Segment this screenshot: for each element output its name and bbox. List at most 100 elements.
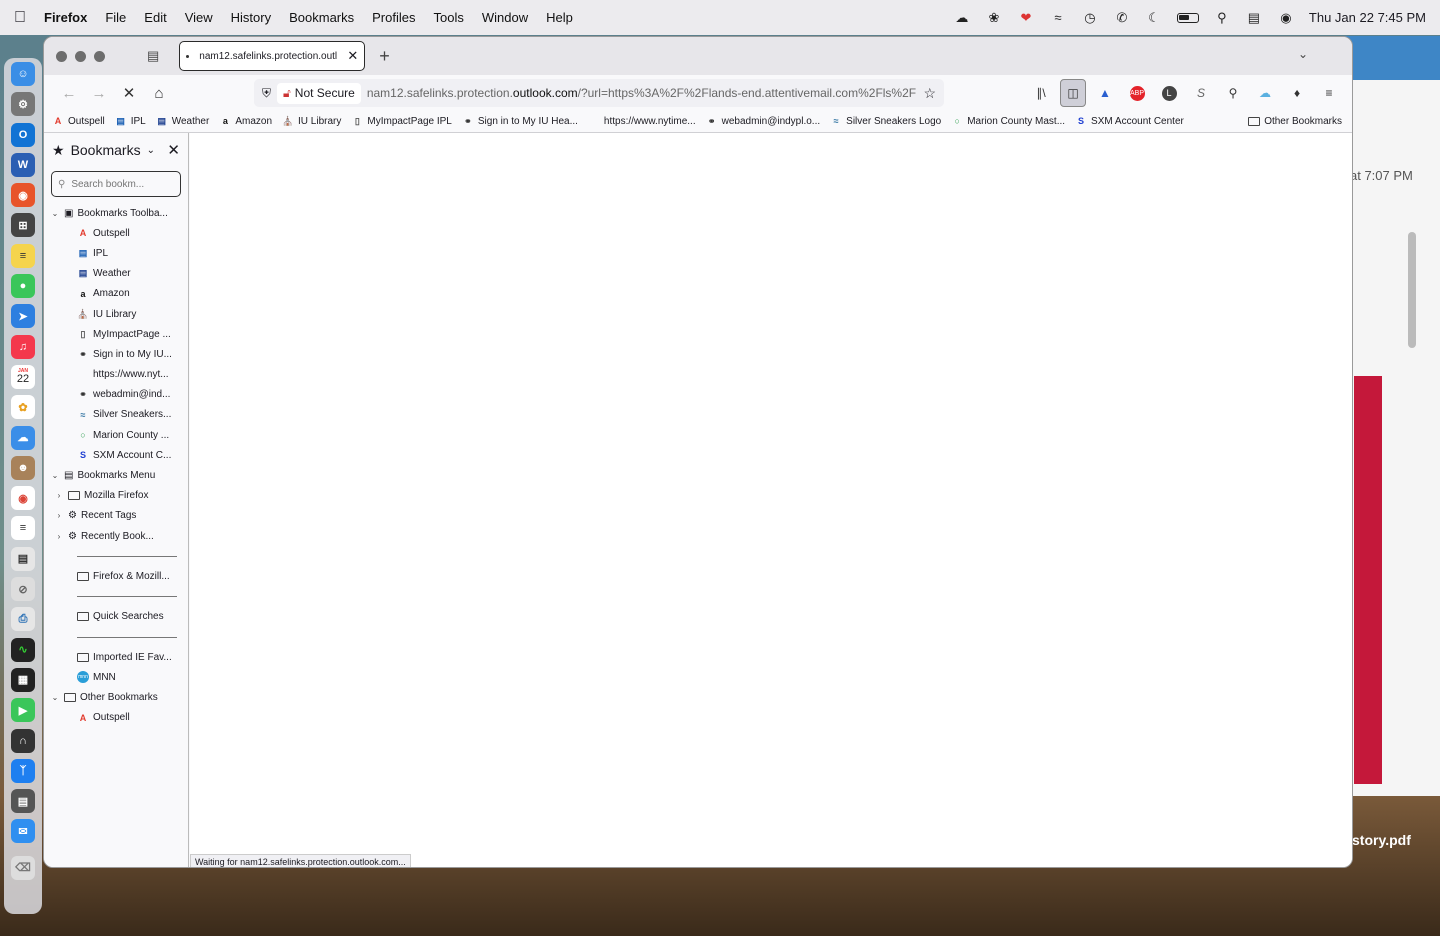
close-tab-icon[interactable]: ✕ [347,48,358,64]
collapsed-chevron-icon[interactable]: › [54,532,64,541]
contacts-icon[interactable]: ☻ [11,456,35,480]
wifi-icon[interactable]: ≈ [1049,11,1067,25]
url-text[interactable]: nam12.safelinks.protection.outlook.com/?… [367,86,918,100]
activity-monitor-icon[interactable]: ∿ [11,638,35,662]
toolbar-bookmark[interactable]: ⚭ Sign in to My IU Hea... [462,115,578,127]
toolbar-bookmark[interactable]: ⛪ IU Library [282,115,341,127]
sidebar-bookmark[interactable]: ○ Marion County ... [44,425,188,445]
expanded-chevron-icon[interactable]: ⌄ [50,209,60,218]
preview-icon[interactable]: ▤ [11,547,35,571]
sidebar-bookmark[interactable]: A Outspell [44,223,188,243]
folder-quick-searches[interactable]: Quick Searches [44,607,188,627]
firefox-icon[interactable]: ◉ [11,183,35,207]
folder-bookmarks-toolbar[interactable]: ⌄ ▣ Bookmarks Toolba... [44,203,188,223]
folder-firefox-mozilla[interactable]: Firefox & Mozill... [44,566,188,586]
extension-s-icon[interactable]: S [1188,79,1214,107]
bookmark-star-icon[interactable]: ☆ [923,85,936,102]
bluetooth-icon[interactable]: ᛉ [11,759,35,783]
extensions-puzzle-icon[interactable]: ♦ [1284,79,1310,107]
toolbar-bookmark[interactable]: ○ Marion County Mast... [951,115,1065,127]
bookmark-search-input[interactable] [71,179,161,190]
printer-icon[interactable]: ⎙ [11,607,35,631]
menu-help[interactable]: Help [546,10,573,25]
phone-icon[interactable]: ✆ [1113,11,1131,25]
toolbar-bookmark[interactable]: ▤ Weather [156,115,210,127]
security-indicator[interactable]: 🔓︎ Not Secure [277,83,361,104]
folder-mozilla-firefox[interactable]: › Mozilla Firefox [44,486,188,506]
calculator-icon[interactable]: ⊞ [11,213,35,237]
toolbar-bookmark[interactable]: ▯ MyImpactPage IPL [351,115,451,127]
collapsed-chevron-icon[interactable]: › [54,511,64,520]
desktop-file-label[interactable]: story.pdf [1352,832,1411,848]
sidebar-bookmark[interactable]: S SXM Account C... [44,445,188,465]
safari-icon[interactable]: ➤ [11,304,35,328]
creative-cloud-icon[interactable]: ❀ [985,11,1003,25]
menu-file[interactable]: File [105,10,126,25]
other-bookmarks-button[interactable]: Other Bookmarks [1248,116,1342,127]
headphones-icon[interactable]: ∩ [11,729,35,753]
extension-cloud-icon[interactable]: ☁ [1252,79,1278,107]
music-icon[interactable]: ♫ [11,335,35,359]
display-icon[interactable]: ▤ [1245,11,1263,25]
mission-control-icon[interactable]: ▦ [11,668,35,692]
trash-icon[interactable]: ⌫ [11,856,35,880]
folder-recent-tags[interactable]: › ⚙ Recent Tags [44,506,188,526]
bookmark-mnn[interactable]: mnn MNN [44,667,188,687]
mail-icon[interactable]: ✉ [11,819,35,843]
menu-profiles[interactable]: Profiles [372,10,415,25]
sidebar-bookmark[interactable]: a Amazon [44,284,188,304]
chrome-icon[interactable]: ◉ [11,486,35,510]
extension-l-icon[interactable]: L [1156,79,1182,107]
forward-button[interactable]: → [84,79,114,107]
menu-view[interactable]: View [185,10,213,25]
background-scrollbar[interactable] [1408,232,1416,348]
sidebar-bookmark[interactable]: ▤ IPL [44,243,188,263]
hamburger-menu-icon[interactable]: ≡ [1316,79,1342,107]
control-center-icon[interactable]: ◉ [1277,11,1295,25]
chevron-down-icon[interactable]: ⌄ [147,145,155,156]
expanded-chevron-icon[interactable]: ⌄ [50,693,60,702]
sidebar-bookmark[interactable]: ⚭ Sign in to My IU... [44,344,188,364]
sidebar-toggle-icon[interactable]: ◫ [1060,79,1086,107]
close-window-button[interactable] [56,51,67,62]
library-icon[interactable]: ∥\ [1028,79,1054,107]
folder-other-bookmarks[interactable]: ⌄ Other Bookmarks [44,688,188,708]
sidebar-bookmark[interactable]: ⚭ webadmin@ind... [44,385,188,405]
menu-tools[interactable]: Tools [434,10,464,25]
storage-icon[interactable]: ▤ [11,789,35,813]
home-button[interactable]: ⌂ [144,79,174,107]
stop-button[interactable]: ✕ [114,79,144,107]
extension-search-icon[interactable]: ⚲ [1220,79,1246,107]
folder-bookmarks-menu[interactable]: ⌄ ▤ Bookmarks Menu [44,465,188,485]
word-icon[interactable]: W [11,153,35,177]
toolbar-bookmark[interactable]: ▤ IPL [115,115,146,127]
moon-icon[interactable]: ☾ [1145,11,1163,25]
photos-icon[interactable]: ✿ [11,395,35,419]
adblock-plus-icon[interactable]: ABP [1124,79,1150,107]
heart-icon[interactable]: ❤ [1017,11,1035,25]
expanded-chevron-icon[interactable]: ⌄ [50,471,60,480]
new-tab-button[interactable]: + [379,46,390,67]
calendar-icon[interactable]: JAN 22 [11,365,35,389]
toolbar-bookmark[interactable]: ⚭ webadmin@indypl.o... [706,115,821,127]
folder-imported-ie[interactable]: Imported IE Fav... [44,647,188,667]
toolbar-bookmark[interactable]: 𝔆 https://www.nytime... [588,115,696,127]
collapsed-chevron-icon[interactable]: › [54,491,64,500]
sidebar-bookmark[interactable]: ▯ MyImpactPage ... [44,324,188,344]
menu-clock[interactable]: Thu Jan 22 7:45 PM [1309,10,1426,25]
toolbar-bookmark[interactable]: a Amazon [219,115,272,127]
menu-bookmarks[interactable]: Bookmarks [289,10,354,25]
toolbar-bookmark[interactable]: S SXM Account Center [1075,115,1184,127]
spotlight-icon[interactable]: ⚲ [1213,11,1231,25]
menu-history[interactable]: History [231,10,271,25]
notes-icon[interactable]: ≡ [11,244,35,268]
finder-icon[interactable]: ☺ [11,62,35,86]
list-tabs-chevron-icon[interactable]: ⌄ [1298,47,1308,61]
tracking-shield-icon[interactable]: ⛨ [262,86,271,101]
time-machine-icon[interactable]: ◷ [1081,11,1099,25]
toolbar-bookmark[interactable]: A Outspell [52,115,105,127]
menu-window[interactable]: Window [482,10,528,25]
sidebar-bookmark[interactable]: ⛪ IU Library [44,304,188,324]
toolbar-bookmark[interactable]: ≈ Silver Sneakers Logo [830,115,941,127]
facetime-icon[interactable]: ▶ [11,698,35,722]
